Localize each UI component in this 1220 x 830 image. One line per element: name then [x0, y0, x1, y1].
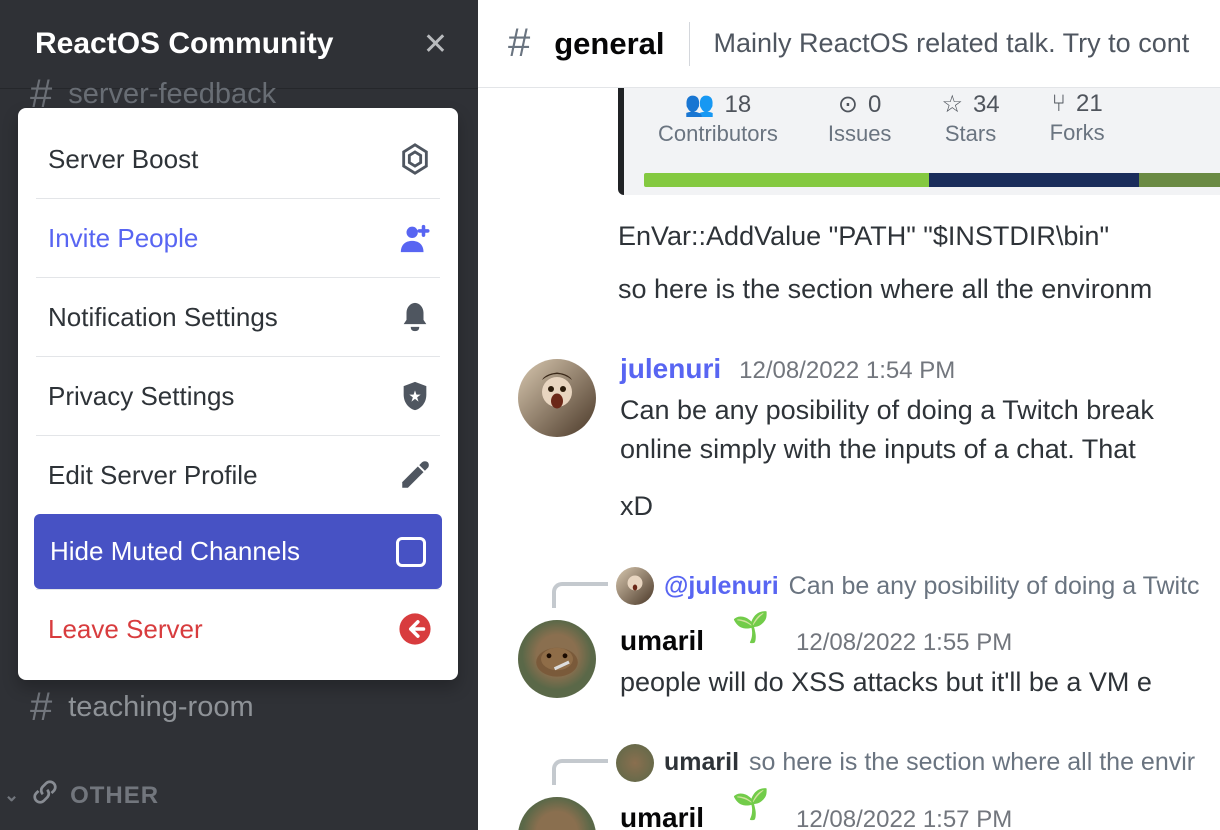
message-text: Can be any posibility of doing a Twitch …	[620, 391, 1220, 430]
stat-contributors: 👥 18 Contributors	[658, 90, 778, 147]
stat-value: 0	[868, 91, 881, 119]
message-author[interactable]: julenuri	[620, 353, 721, 385]
link-icon	[32, 779, 58, 812]
invite-icon	[398, 221, 432, 255]
message-timestamp: 12/08/2022 1:54 PM	[739, 357, 955, 385]
plant-icon	[732, 614, 768, 650]
issue-icon: ⊙	[838, 90, 858, 119]
plant-icon	[732, 791, 768, 827]
github-embed[interactable]: 👥 18 Contributors ⊙ 0 Issues ☆ 34 Stars ⑂ 21…	[618, 88, 1220, 195]
chevron-down-icon: ⌄	[4, 785, 20, 806]
divider	[689, 22, 690, 66]
stat-label: Issues	[828, 121, 892, 147]
menu-label: Privacy Settings	[48, 381, 234, 412]
menu-leave-server[interactable]: Leave Server	[18, 590, 458, 668]
menu-label: Hide Muted Channels	[50, 536, 300, 567]
hash-icon: #	[30, 685, 52, 730]
stat-issues: ⊙ 0 Issues	[828, 90, 892, 147]
reply-preview: so here is the section where all the env…	[749, 748, 1195, 777]
reply-avatar	[616, 567, 654, 605]
menu-label: Edit Server Profile	[48, 460, 258, 491]
menu-notification-settings[interactable]: Notification Settings	[18, 278, 458, 356]
people-icon: 👥	[685, 90, 715, 119]
stat-label: Forks	[1050, 120, 1105, 146]
menu-hide-muted-channels[interactable]: Hide Muted Channels	[34, 514, 442, 589]
shield-icon	[398, 379, 432, 413]
channel-title: general	[554, 26, 664, 62]
channel-label: server-feedback	[68, 78, 276, 111]
stat-value: 34	[973, 91, 1000, 119]
sidebar: ReactOS Community ✕ # server-feedback Se…	[0, 0, 478, 830]
menu-invite-people[interactable]: Invite People	[18, 199, 458, 277]
category-label: OTHER	[70, 782, 159, 810]
checkbox-icon	[396, 537, 426, 567]
menu-server-boost[interactable]: Server Boost	[18, 120, 458, 198]
channel-header: # general Mainly ReactOS related talk. T…	[478, 0, 1220, 88]
message: julenuri 12/08/2022 1:54 PM Can be any p…	[518, 353, 1220, 526]
reply-avatar	[616, 744, 654, 782]
reply-author[interactable]: umaril	[664, 748, 739, 777]
reply-connector	[552, 759, 608, 785]
menu-label: Notification Settings	[48, 302, 278, 333]
message: umaril 12/08/2022 1:55 PM people will do…	[518, 614, 1220, 702]
stat-label: Stars	[945, 121, 996, 147]
fork-icon: ⑂	[1052, 90, 1066, 118]
message-timestamp: 12/08/2022 1:55 PM	[796, 629, 1012, 657]
reply-reference[interactable]: umaril so here is the section where all …	[552, 741, 1220, 785]
avatar[interactable]	[518, 620, 596, 698]
hash-icon: #	[508, 21, 530, 66]
stat-value: 18	[725, 91, 752, 119]
category-other[interactable]: ⌄ OTHER	[4, 779, 159, 812]
server-dropdown: Server Boost Invite People Notification …	[18, 108, 458, 680]
message-text: xD	[620, 487, 1220, 526]
message-author[interactable]: umaril	[620, 802, 704, 830]
channel-teaching-room[interactable]: # teaching-room	[0, 685, 284, 730]
pencil-icon	[398, 458, 432, 492]
menu-label: Leave Server	[48, 614, 203, 645]
menu-label: Invite People	[48, 223, 198, 254]
boost-icon	[398, 142, 432, 176]
stat-forks: ⑂ 21 Forks	[1050, 90, 1105, 147]
stat-label: Contributors	[658, 121, 778, 147]
star-icon: ☆	[941, 90, 963, 119]
chat-area[interactable]: 👥 18 Contributors ⊙ 0 Issues ☆ 34 Stars ⑂ 21…	[478, 88, 1220, 830]
avatar[interactable]	[518, 797, 596, 830]
reply-mention[interactable]: @julenuri	[664, 572, 779, 601]
menu-label: Server Boost	[48, 144, 198, 175]
menu-edit-server-profile[interactable]: Edit Server Profile	[18, 436, 458, 514]
message-text: EnVar::AddValue "PATH" "$INSTDIR\bin"	[618, 221, 1220, 252]
stat-stars: ☆ 34 Stars	[941, 90, 999, 147]
close-icon[interactable]: ✕	[423, 27, 448, 62]
channel-topic: Mainly ReactOS related talk. Try to cont	[714, 28, 1190, 59]
channel-label: teaching-room	[68, 691, 253, 724]
bell-icon	[398, 300, 432, 334]
message-text: so here is the section where all the env…	[618, 274, 1220, 305]
avatar[interactable]	[518, 359, 596, 437]
reply-preview: Can be any posibility of doing a Twitc	[789, 572, 1200, 601]
stat-value: 21	[1076, 90, 1103, 118]
server-name: ReactOS Community	[35, 27, 333, 61]
reply-connector	[552, 582, 608, 608]
main-content: # general Mainly ReactOS related talk. T…	[478, 0, 1220, 830]
reply-reference[interactable]: @julenuri Can be any posibility of doing…	[552, 564, 1220, 608]
message-author[interactable]: umaril	[620, 625, 704, 657]
menu-privacy-settings[interactable]: Privacy Settings	[18, 357, 458, 435]
leave-icon	[398, 612, 432, 646]
language-bar	[644, 173, 1220, 187]
message-timestamp: 12/08/2022 1:57 PM	[796, 806, 1012, 830]
message-text: people will do XSS attacks but it'll be …	[620, 663, 1220, 702]
message: umaril 12/08/2022 1:57 PM	[518, 791, 1220, 830]
message-text: online simply with the inputs of a chat.…	[620, 430, 1220, 469]
